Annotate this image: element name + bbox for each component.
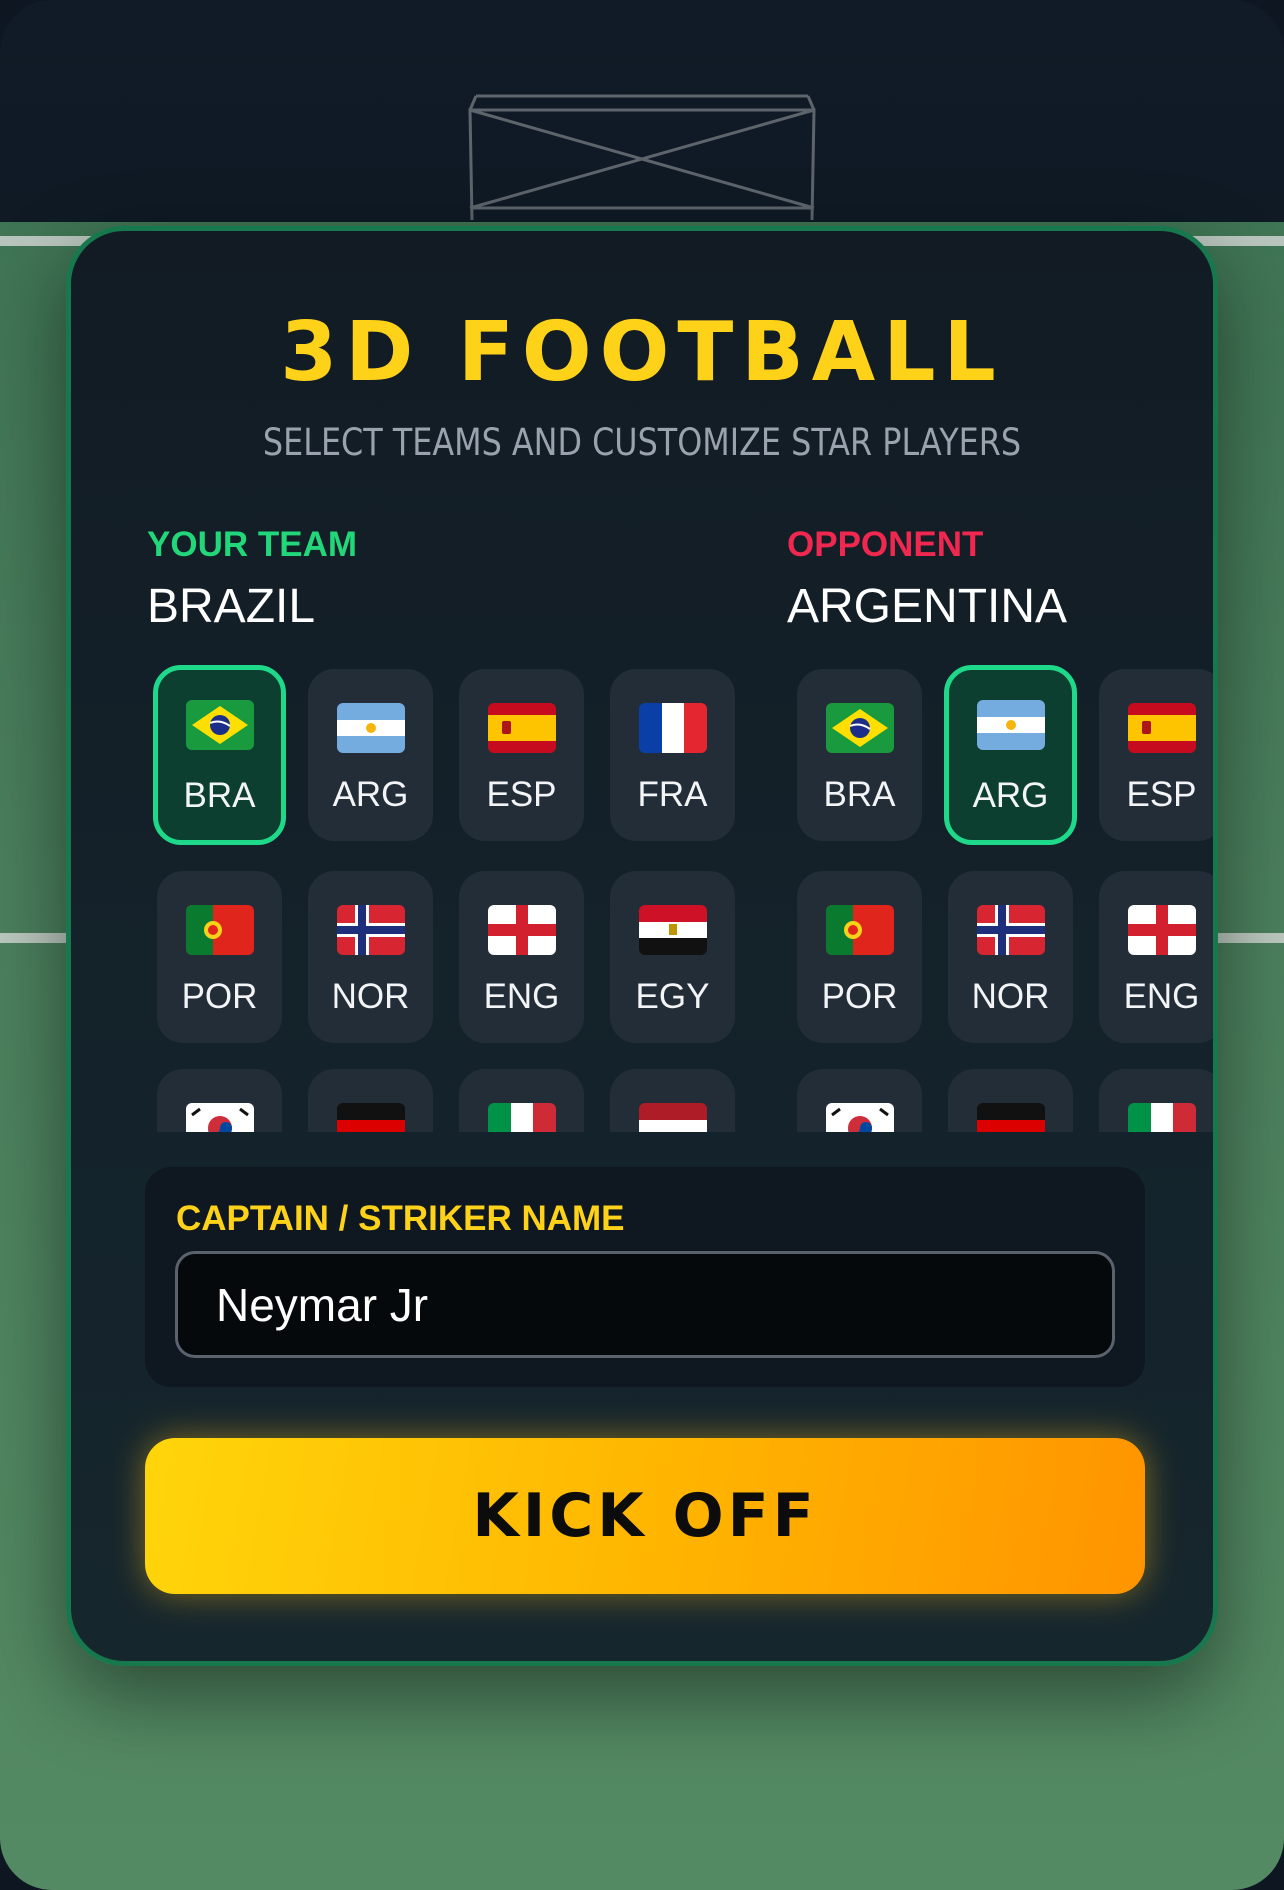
your-team-option-ned[interactable]: NED	[610, 1069, 735, 1132]
goal-icon	[468, 94, 816, 221]
team-code: BRA	[183, 776, 256, 815]
portugal-flag-icon	[825, 905, 894, 955]
your-team-option-por[interactable]: POR	[157, 871, 282, 1043]
spain-flag-icon	[487, 703, 556, 753]
team-code: ARG	[972, 776, 1049, 815]
captain-name-input[interactable]	[175, 1251, 1115, 1358]
game-screen: 3D FOOTBALL SELECT TEAMS AND CUSTOMIZE S…	[0, 0, 1284, 1890]
opponent-team-option-eng[interactable]: ENG	[1099, 871, 1213, 1043]
germany-flag-icon	[336, 1103, 405, 1132]
team-code: POR	[181, 977, 258, 1016]
team-code: EGY	[635, 977, 710, 1016]
your-team-option-kor[interactable]: KOR	[157, 1069, 282, 1132]
opponent-team-option-kor[interactable]: KOR	[797, 1069, 922, 1132]
your-team-option-ger[interactable]: GER	[308, 1069, 433, 1132]
argentina-flag-icon	[976, 700, 1045, 750]
your-team-option-ita[interactable]: ITA	[459, 1069, 584, 1132]
your-team-label: YOUR TEAM	[147, 525, 357, 564]
opponent-team-option-nor[interactable]: NOR	[948, 871, 1073, 1043]
team-select-modal: 3D FOOTBALL SELECT TEAMS AND CUSTOMIZE S…	[66, 226, 1218, 1666]
italy-flag-icon	[487, 1103, 556, 1132]
spain-flag-icon	[1127, 703, 1196, 753]
team-code: NOR	[331, 977, 410, 1016]
your-team-name: BRAZIL	[147, 580, 316, 633]
opponent-team-option-bra[interactable]: BRA	[797, 669, 922, 841]
norway-flag-icon	[976, 905, 1045, 955]
team-code: NOR	[971, 977, 1050, 1016]
your-team-option-bra[interactable]: BRA	[153, 665, 286, 845]
captain-label: CAPTAIN / STRIKER NAME	[176, 1199, 625, 1238]
england-flag-icon	[487, 905, 556, 955]
your-team-option-arg[interactable]: ARG	[308, 669, 433, 841]
game-title: 3D FOOTBALL	[280, 305, 1004, 400]
opponent-team-option-ita[interactable]: ITA	[1099, 1069, 1213, 1132]
kick-off-button[interactable]: KICK OFF	[145, 1438, 1145, 1594]
egypt-flag-icon	[638, 905, 707, 955]
germany-flag-icon	[976, 1103, 1045, 1132]
team-code: BRA	[823, 775, 896, 814]
south-korea-flag-icon	[185, 1103, 254, 1132]
team-code: ESP	[1126, 775, 1197, 814]
opponent-team-option-por[interactable]: POR	[797, 871, 922, 1043]
south-korea-flag-icon	[825, 1103, 894, 1132]
opponent-team-option-esp[interactable]: ESP	[1099, 669, 1213, 841]
team-code: ENG	[1123, 977, 1200, 1016]
team-code: FRA	[637, 775, 708, 814]
your-team-grid: BRA ARG ESP FRA POR NOR ENG EGY KOR GER ITA NED	[147, 659, 767, 1132]
team-code: ARG	[332, 775, 409, 814]
opponent-grid: BRAARGESPFRAPORNORENGEGYKORGERITANED	[787, 659, 1213, 1132]
portugal-flag-icon	[185, 905, 254, 955]
team-code: ESP	[486, 775, 557, 814]
england-flag-icon	[1127, 905, 1196, 955]
game-subtitle: SELECT TEAMS AND CUSTOMIZE STAR PLAYERS	[262, 421, 1022, 464]
brazil-flag-icon	[825, 703, 894, 753]
norway-flag-icon	[336, 905, 405, 955]
team-code: POR	[821, 977, 898, 1016]
your-team-option-eng[interactable]: ENG	[459, 871, 584, 1043]
your-team-option-fra[interactable]: FRA	[610, 669, 735, 841]
team-code: ENG	[483, 977, 560, 1016]
italy-flag-icon	[1127, 1103, 1196, 1132]
opponent-label: OPPONENT	[787, 525, 984, 564]
brazil-flag-icon	[185, 700, 254, 750]
your-team-option-egy[interactable]: EGY	[610, 871, 735, 1043]
france-flag-icon	[638, 703, 707, 753]
captain-panel: CAPTAIN / STRIKER NAME	[145, 1167, 1145, 1387]
netherlands-flag-icon	[638, 1103, 707, 1132]
opponent-team-option-ger[interactable]: GER	[948, 1069, 1073, 1132]
opponent-team-option-arg[interactable]: ARG	[944, 665, 1077, 845]
your-team-option-esp[interactable]: ESP	[459, 669, 584, 841]
opponent-name: ARGENTINA	[787, 580, 1068, 633]
your-team-option-nor[interactable]: NOR	[308, 871, 433, 1043]
argentina-flag-icon	[336, 703, 405, 753]
